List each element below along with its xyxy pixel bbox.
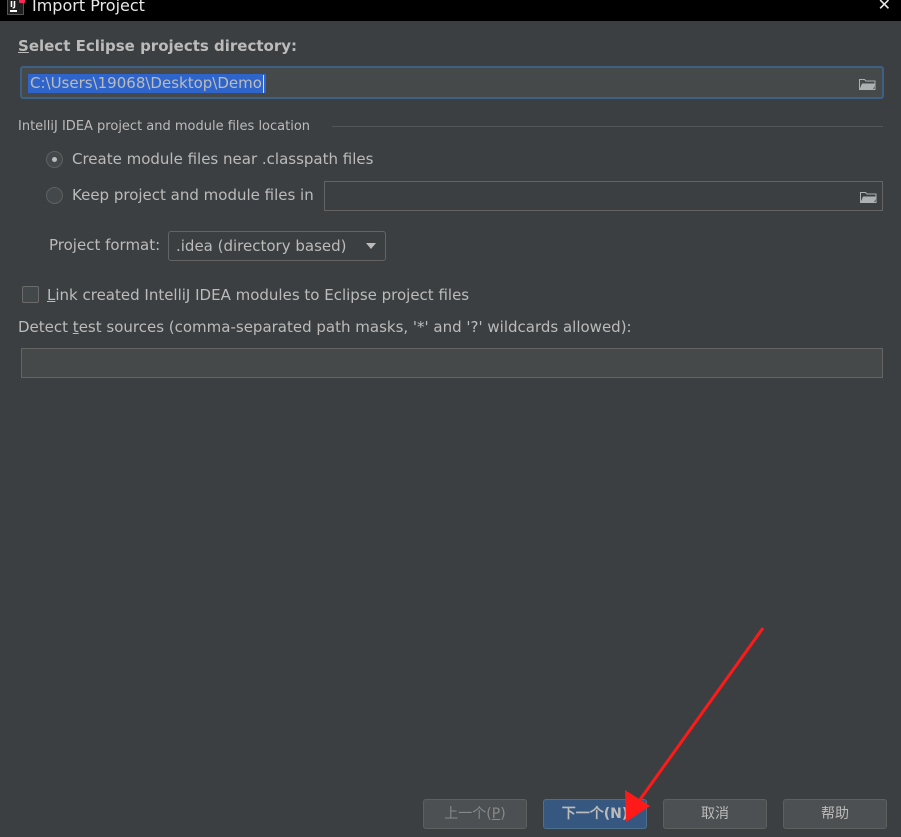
- next-button[interactable]: 下一个(N): [543, 799, 647, 829]
- title-bar: IJ Import Project ✕: [0, 0, 901, 21]
- folder-icon[interactable]: [859, 77, 876, 90]
- directory-path-input[interactable]: C:\Users\19068\Desktop\Demo: [20, 66, 884, 99]
- close-icon[interactable]: ✕: [878, 0, 891, 14]
- keep-files-in-radio[interactable]: [46, 187, 63, 204]
- cancel-button[interactable]: 取消: [663, 799, 767, 829]
- detect-tests-label: Detect test sources (comma-separated pat…: [18, 318, 632, 336]
- intellij-app-icon: IJ: [7, 0, 25, 15]
- location-group-title: IntelliJ IDEA project and module files l…: [18, 119, 311, 134]
- folder-icon[interactable]: [860, 190, 877, 203]
- previous-button[interactable]: 上一个(P): [423, 799, 527, 829]
- help-button[interactable]: 帮助: [783, 799, 887, 829]
- project-format-label: Project format:: [49, 236, 161, 254]
- project-format-dropdown[interactable]: .idea (directory based): [168, 231, 386, 261]
- directory-label: Select Eclipse projects directory:: [18, 37, 298, 55]
- link-modules-label: Link created IntelliJ IDEA modules to Ec…: [47, 286, 470, 304]
- directory-path-value: C:\Users\19068\Desktop\Demo: [28, 74, 266, 93]
- link-modules-checkbox[interactable]: [22, 286, 39, 303]
- keep-files-path-input[interactable]: [324, 181, 883, 211]
- detect-tests-input[interactable]: [21, 348, 883, 378]
- create-near-classpath-radio[interactable]: [46, 151, 63, 168]
- create-near-classpath-label: Create module files near .classpath file…: [72, 150, 374, 168]
- group-divider: [332, 126, 883, 127]
- chevron-down-icon: [366, 243, 376, 249]
- keep-files-in-label: Keep project and module files in: [72, 186, 314, 204]
- window-title: Import Project: [32, 0, 145, 15]
- project-format-value: .idea (directory based): [176, 237, 347, 255]
